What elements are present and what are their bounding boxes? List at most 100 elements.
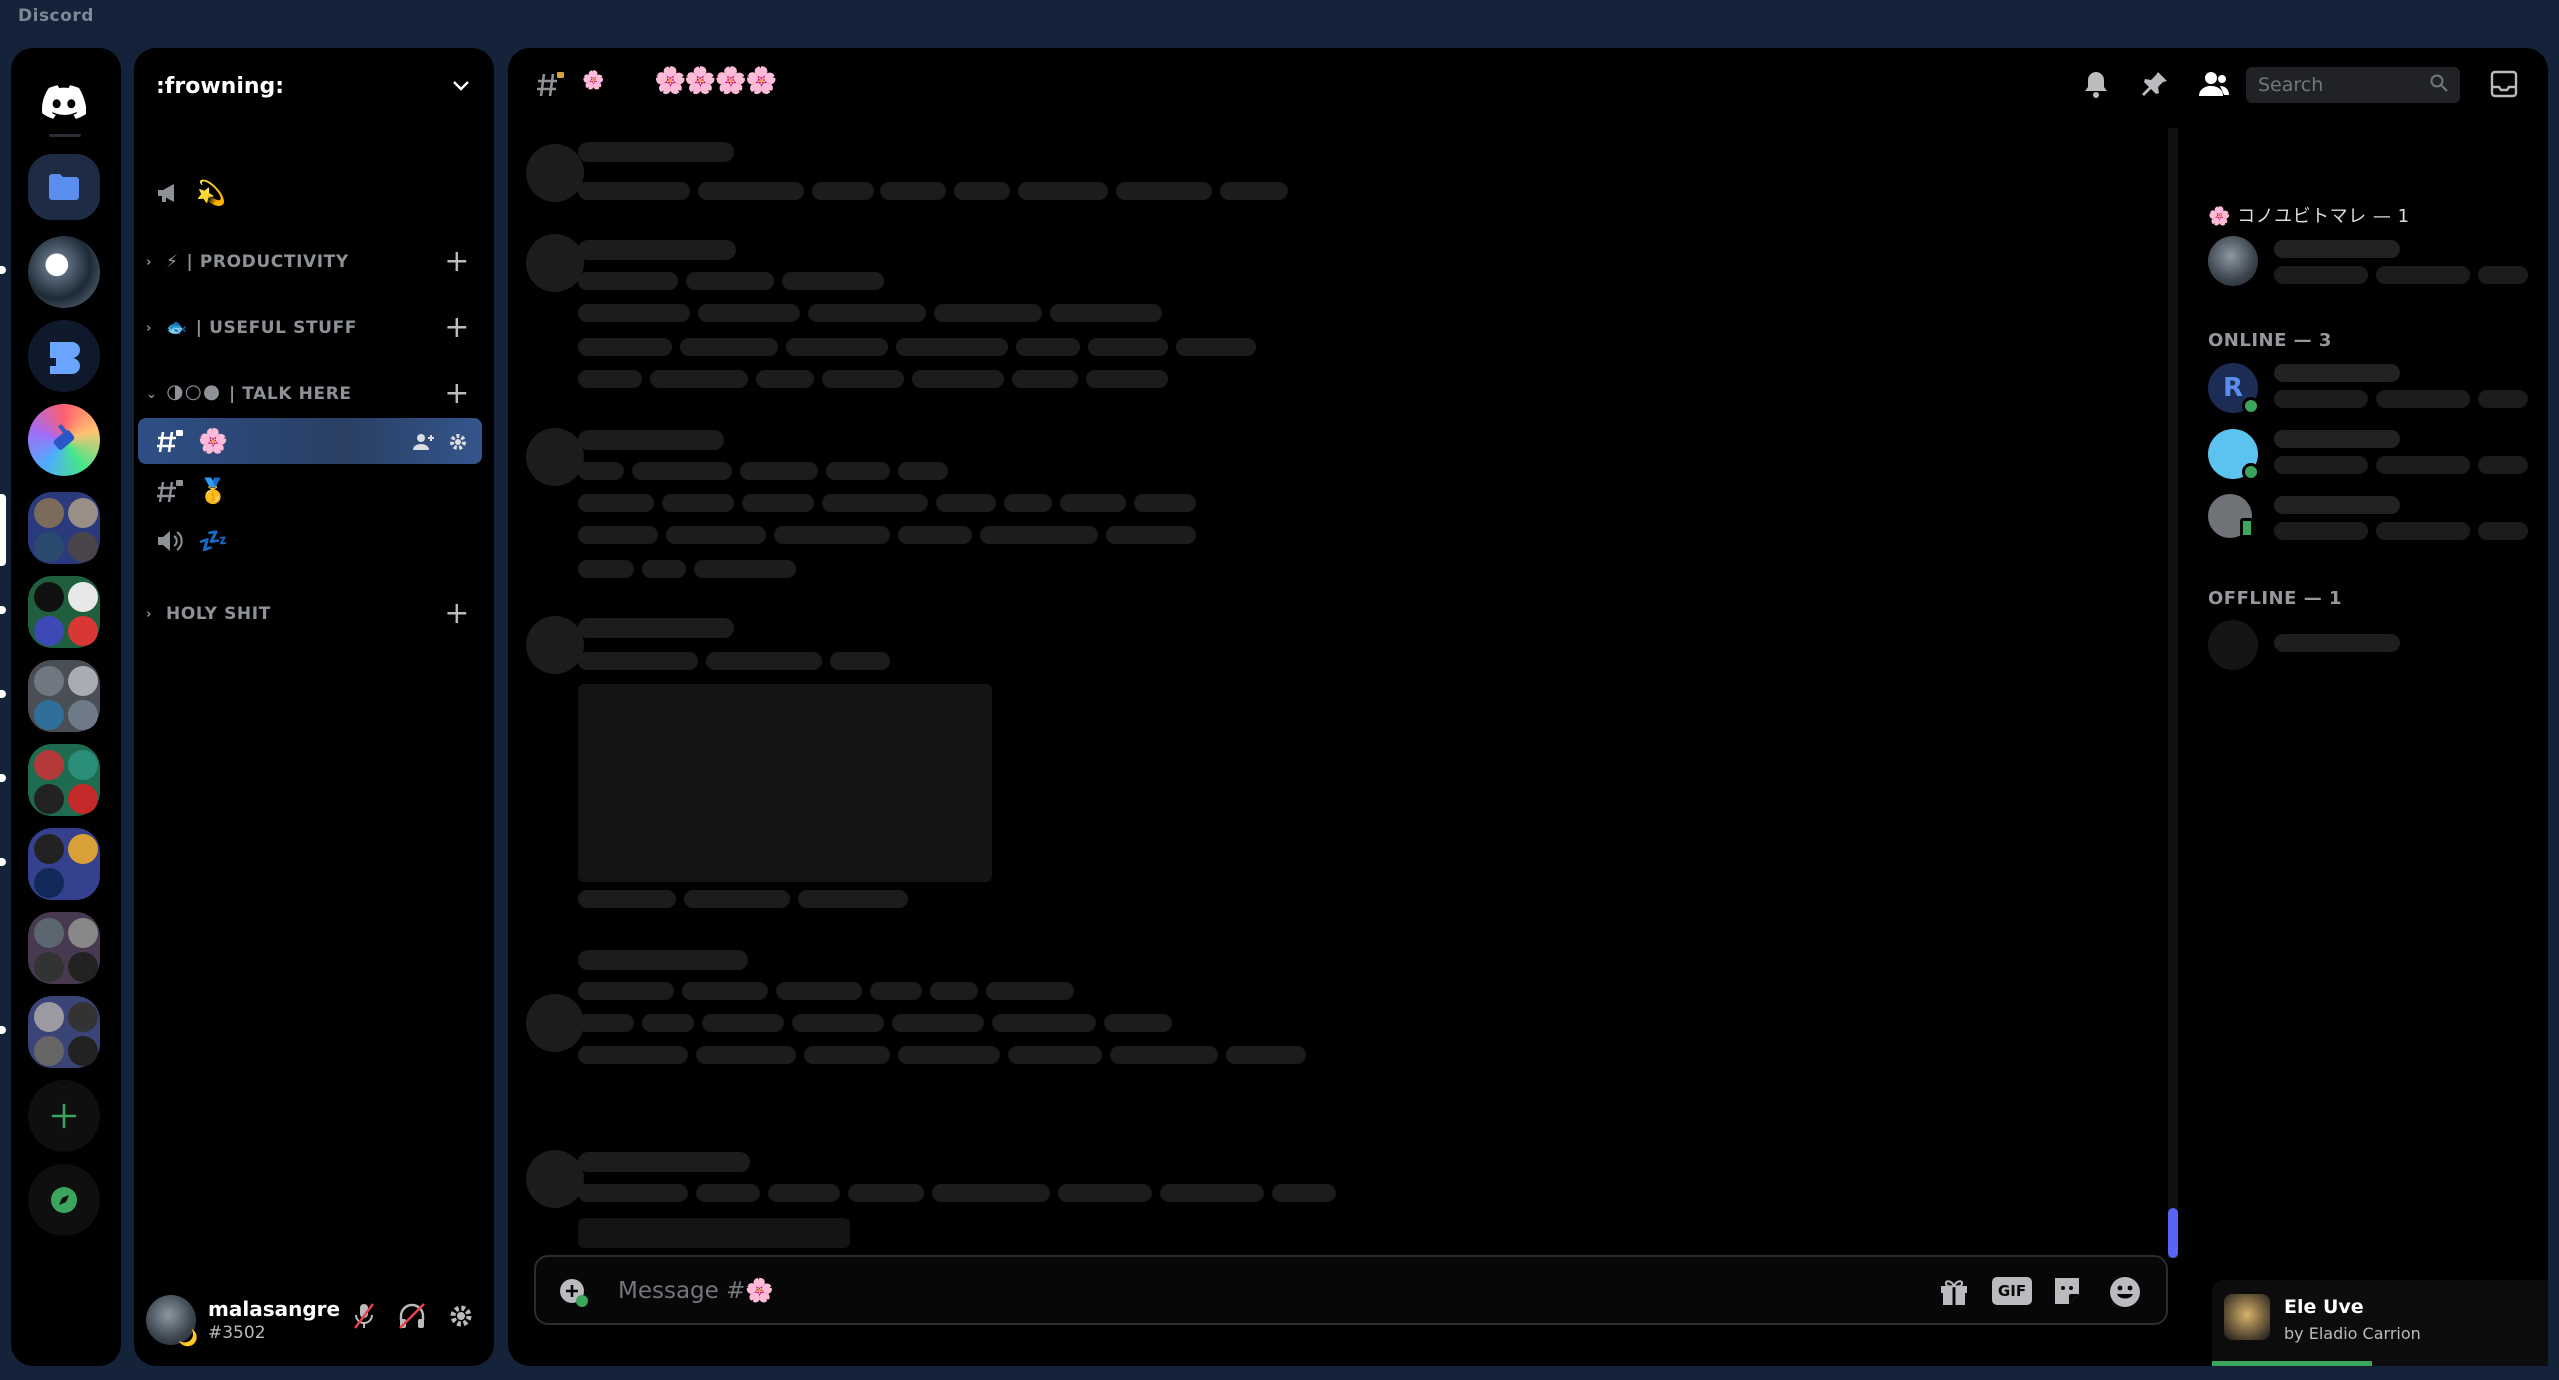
gear-icon[interactable] (448, 430, 468, 458)
avatar (2208, 236, 2258, 286)
attach-plus-icon[interactable] (558, 1277, 590, 1313)
offline-group-label: OFFLINE — 1 (2208, 588, 2342, 609)
category-label: HOLY SHIT (166, 604, 271, 624)
server-folder[interactable] (28, 154, 100, 220)
user-tag: #3502 (208, 1323, 266, 1343)
chat-scrollbar[interactable] (2168, 128, 2178, 1258)
track-title: Ele Uve (2284, 1296, 2364, 1318)
online-group-label: ONLINE — 3 (2208, 330, 2332, 351)
channel-emoji: 💫 (196, 179, 226, 207)
server-name: :frowning: (156, 73, 285, 99)
text-channel-locked-icon (536, 70, 566, 102)
chevron-right-icon: › (146, 254, 152, 270)
server-folder-2[interactable] (28, 492, 100, 564)
pin-icon[interactable] (2140, 66, 2170, 102)
category-useful-stuff[interactable]: › 🐟 | USEFUL STUFF + (134, 308, 494, 348)
bell-icon[interactable] (2082, 66, 2110, 102)
user-panel: 🌙 malasangre #3502 (134, 1274, 494, 1366)
server-icon-9[interactable] (28, 320, 100, 392)
channel-topic: 🌸🌸🌸🌸 (654, 66, 777, 96)
role-group-label: 🌸 コノユビトマレ — 1 (2208, 206, 2410, 227)
emoji-picker-icon[interactable] (2108, 1275, 2142, 1313)
deafen-headphones-icon[interactable] (398, 1302, 426, 1334)
text-channel-locked-icon (156, 428, 184, 454)
avatar (2208, 620, 2258, 670)
category-label: | USEFUL STUFF (195, 318, 358, 338)
invite-user-icon[interactable] (412, 430, 436, 458)
rail-separator (49, 134, 81, 137)
search-icon (2430, 74, 2448, 96)
explore-compass-icon[interactable] (28, 1164, 100, 1236)
chevron-down-icon: ⌄ (146, 386, 158, 402)
channel-header: 🌸 🌸🌸🌸🌸 (508, 48, 2548, 120)
online-status-dot (2242, 463, 2260, 481)
add-channel-icon[interactable]: + (444, 247, 470, 277)
add-channel-icon[interactable]: + (444, 379, 470, 409)
server-folder-4[interactable] (28, 660, 100, 732)
server-icon-bird[interactable] (28, 236, 100, 308)
server-header[interactable]: :frowning: (134, 48, 494, 124)
unread-indicator (0, 690, 6, 698)
category-emoji: 🌗🌕🌑 (166, 384, 221, 404)
category-productivity[interactable]: › ⚡ | PRODUCTIVITY + (134, 242, 494, 282)
server-folder-6[interactable] (28, 828, 100, 900)
album-art (2224, 1294, 2270, 1340)
message-input[interactable] (618, 1275, 1818, 1307)
unread-indicator (0, 266, 6, 274)
sticker-icon[interactable] (2052, 1275, 2082, 1311)
main-chat-area: 🌸 🌸🌸🌸🌸 Search Message #🌸 GIF 🌸 コノユビトマレ —… (508, 48, 2548, 1366)
channel-emoji: 🌸 (198, 427, 228, 455)
add-channel-icon[interactable]: + (444, 313, 470, 343)
search-input[interactable] (2258, 74, 2418, 96)
discord-home-icon[interactable] (28, 66, 100, 138)
server-folder-3[interactable] (28, 576, 100, 648)
voice-channel[interactable]: 💤 (138, 518, 482, 564)
chevron-right-icon: › (146, 320, 152, 336)
member-list-icon[interactable] (2198, 66, 2230, 102)
active-server-indicator (0, 494, 6, 566)
inbox-icon[interactable] (2490, 66, 2518, 102)
text-channel-locked-icon (156, 478, 184, 504)
track-artist: by Eladio Carrion (2284, 1324, 2421, 1343)
channel-selected[interactable]: 🌸 (138, 418, 482, 464)
category-talk-here[interactable]: ⌄ 🌗🌕🌑 | TALK HERE + (134, 374, 494, 414)
unread-indicator (0, 858, 6, 866)
search-box[interactable] (2246, 67, 2460, 103)
moon-status-icon: 🌙 (178, 1328, 198, 1347)
speaker-icon (156, 529, 184, 553)
app-title: Discord (18, 6, 94, 26)
server-icon-plug[interactable] (28, 404, 100, 476)
server-folder-8[interactable] (28, 996, 100, 1068)
server-folder-5[interactable] (28, 744, 100, 816)
channel-emoji: 🥇 (198, 477, 228, 505)
category-holy-shit[interactable]: › HOLY SHIT + (134, 594, 494, 634)
category-label: | PRODUCTIVITY (186, 252, 349, 272)
header-channel-emoji: 🌸 (582, 70, 605, 91)
playback-progress (2212, 1361, 2372, 1366)
server-folder-7[interactable] (28, 912, 100, 984)
server-rail (0, 48, 121, 1366)
mobile-status-icon (2240, 518, 2254, 538)
avatar[interactable]: 🌙 (146, 1295, 198, 1347)
add-channel-icon[interactable]: + (444, 599, 470, 629)
add-server-icon[interactable] (28, 1080, 100, 1152)
chevron-right-icon: › (146, 606, 152, 622)
category-emoji: 🐟 (166, 318, 188, 338)
folder-icon (28, 154, 100, 200)
mute-mic-icon[interactable] (352, 1302, 376, 1334)
username: malasangre (208, 1297, 341, 1321)
member-list: 🌸 コノユビトマレ — 1 ONLINE — 3 R OFFLINE — 1 (2208, 120, 2548, 1300)
channel-announcements[interactable]: 💫 (138, 170, 482, 216)
gift-icon[interactable] (1938, 1275, 1970, 1311)
unread-indicator (0, 774, 6, 782)
gif-button[interactable]: GIF (1992, 1277, 2032, 1305)
channel-medal[interactable]: 🥇 (138, 468, 482, 514)
unread-indicator (0, 606, 6, 614)
now-playing-widget[interactable]: Ele Uve by Eladio Carrion (2212, 1280, 2548, 1366)
scrollbar-thumb[interactable] (2168, 1208, 2178, 1258)
channel-emoji: 💤 (198, 527, 228, 555)
user-settings-gear-icon[interactable] (448, 1303, 474, 1333)
megaphone-icon (156, 182, 182, 204)
unread-indicator (0, 1026, 6, 1034)
channel-sidebar: :frowning: 💫 › ⚡ | PRODUCTIVITY + › 🐟 | … (134, 48, 494, 1366)
